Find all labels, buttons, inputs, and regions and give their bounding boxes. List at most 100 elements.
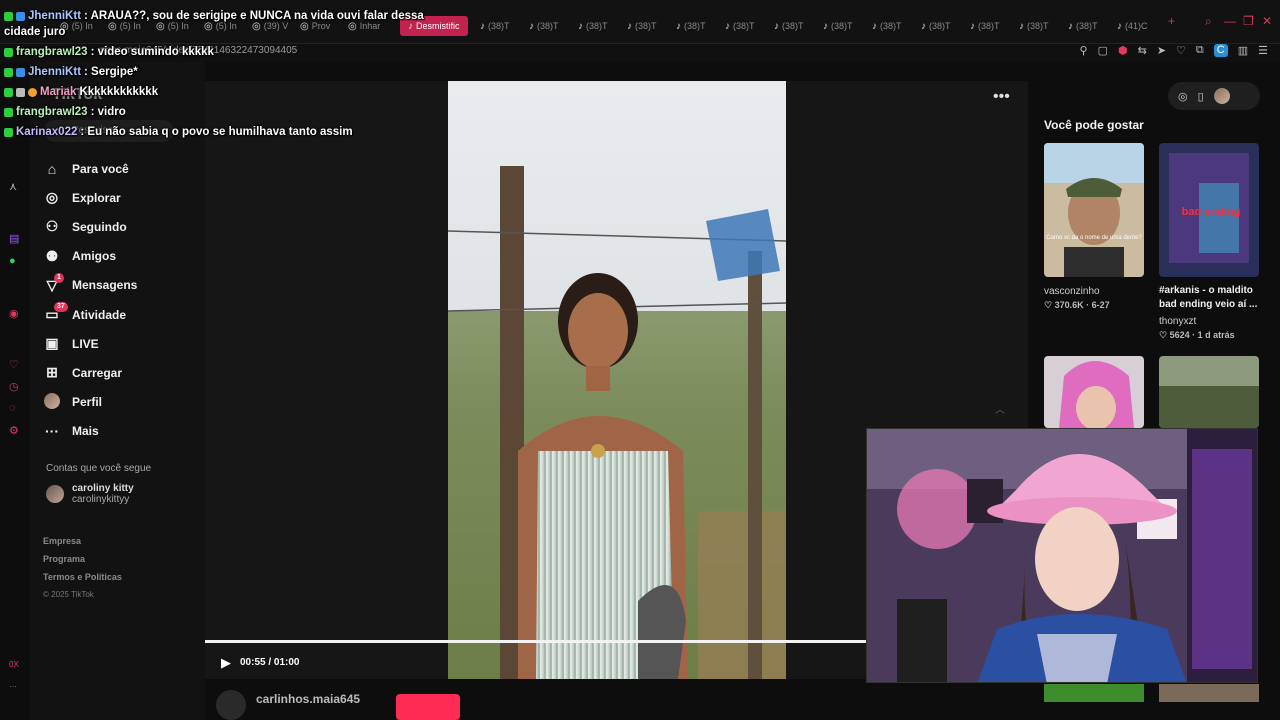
video-progress-bar[interactable] — [205, 640, 867, 643]
tab-8[interactable]: ♪ (38)T — [480, 16, 510, 36]
heart-rail-icon[interactable]: ♡ — [9, 358, 19, 371]
tab-14[interactable]: ♪ (38)T — [774, 16, 804, 36]
tab-9[interactable]: ♪ (38)T — [529, 16, 559, 36]
tab-12[interactable]: ♪ (38)T — [676, 16, 706, 36]
sidebar-item-label: Mais — [72, 424, 99, 439]
chevron-up-icon[interactable]: ︿ — [995, 401, 1005, 416]
recommended-thumb[interactable] — [1159, 356, 1259, 428]
tab-13[interactable]: ♪ (38)T — [725, 16, 755, 36]
extensions-icon[interactable]: ⧉ — [1196, 44, 1204, 57]
platform-badge-icon — [16, 11, 25, 21]
recommended-thumb[interactable] — [1044, 684, 1144, 702]
sidebar-item-2[interactable]: ⚇ Seguindo — [44, 212, 194, 241]
follow-button[interactable] — [396, 694, 460, 720]
tab-label: (5) In — [119, 21, 141, 31]
footer-link[interactable]: Programa — [43, 550, 122, 568]
tab-16[interactable]: ♪ (38)T — [872, 16, 902, 36]
moderator-badge-icon — [4, 11, 13, 21]
tab-label: Prov — [311, 21, 331, 31]
sidebar-item-4[interactable]: ▽ 1 Mensagens — [44, 271, 194, 300]
pin-icon[interactable]: ⚲ — [1080, 44, 1088, 57]
thumb-image: bad ending — [1159, 143, 1259, 277]
new-tab-button[interactable]: + — [1168, 14, 1175, 28]
chat-username: Karinax022 — [16, 126, 78, 138]
chat-username: frangbrawl23 — [16, 46, 88, 58]
tab-label: (38)T — [586, 21, 608, 31]
rail-more-icon[interactable]: ··· — [9, 682, 17, 691]
tab-20[interactable]: ♪ (38)T — [1068, 16, 1098, 36]
sidebar-toggle-icon[interactable]: ▥ — [1238, 44, 1248, 57]
close-window-icon[interactable]: ✕ — [1262, 14, 1272, 28]
tiktok-icon: ♪ — [408, 20, 413, 32]
play-icon[interactable]: ▶ — [221, 655, 231, 671]
tiktok-icon: ♪ — [1019, 20, 1024, 32]
chat-text: : Eu não sabia q o povo se humilhava tan… — [80, 126, 353, 138]
minimize-icon[interactable]: — — [1224, 14, 1236, 28]
compass-small-icon[interactable]: ◎ — [1178, 90, 1188, 103]
translate-icon[interactable]: ⇆ — [1138, 44, 1147, 57]
heart-icon[interactable]: ♡ — [1176, 44, 1186, 57]
sidebar-item-label: Atividade — [72, 307, 127, 322]
following-name: caroliny kitty — [72, 483, 134, 494]
extension-shield-icon[interactable]: ⬢ — [1118, 44, 1128, 57]
tab-10[interactable]: ♪ (38)T — [578, 16, 608, 36]
tab-19[interactable]: ♪ (38)T — [1019, 16, 1049, 36]
instagram-icon: ◎ — [252, 20, 261, 32]
footer-link[interactable]: Empresa — [43, 532, 122, 550]
recommended-thumb[interactable]: bad ending — [1159, 143, 1259, 277]
author-avatar[interactable] — [216, 690, 246, 720]
footer-link[interactable]: Termos e Políticas — [43, 568, 122, 586]
following-account[interactable]: caroliny kitty carolinykittyy — [46, 483, 134, 505]
sidebar-item-0[interactable]: ⌂ Para você — [44, 154, 194, 183]
sidebar-item-label: Carregar — [72, 365, 123, 380]
clock-icon[interactable]: ◷ — [9, 380, 19, 393]
whatsapp-icon[interactable]: ● — [9, 255, 16, 267]
tab-18[interactable]: ♪ (38)T — [970, 16, 1000, 36]
avatar[interactable] — [1213, 88, 1230, 104]
screenshot-icon[interactable]: ▢ — [1098, 44, 1108, 57]
more-options-icon[interactable]: ••• — [993, 88, 1010, 106]
recommended-thumb[interactable] — [1159, 684, 1259, 702]
video-frame[interactable] — [448, 81, 786, 679]
profile-c-icon[interactable]: C — [1213, 44, 1228, 57]
twitch-icon[interactable]: ▤ — [9, 232, 19, 245]
music-icon[interactable]: ◉ — [9, 307, 19, 320]
recommended-author[interactable]: thonyxzt — [1159, 316, 1196, 327]
sidebar-item-1[interactable]: ◎ Explorar — [44, 183, 194, 212]
settings-rail-icon[interactable]: ⚙ — [9, 424, 19, 437]
webcam-overlay — [866, 428, 1258, 683]
recommended-thumb[interactable] — [1044, 356, 1144, 428]
device-icon[interactable]: ▯ — [1198, 90, 1204, 103]
rail-arrow-icon[interactable]: ⋏ — [9, 180, 17, 193]
author-name[interactable]: carlinhos.maia645 — [256, 692, 360, 706]
chat-message: frangbrawl23: vidro — [4, 106, 126, 118]
tab-17[interactable]: ♪ (38)T — [921, 16, 951, 36]
sidebar-item-8[interactable]: Perfil — [44, 388, 194, 417]
chat-message: JhenniKtt: ARAUA??, sou de serigipe e NU… — [4, 10, 424, 22]
search-tabs-icon[interactable]: ⌕ — [1205, 14, 1212, 29]
notification-badge: 37 — [54, 301, 68, 312]
video-time: 00:55 / 01:00 — [240, 657, 300, 668]
tiktok-icon: ♪ — [480, 20, 485, 32]
tab-label: (38)T — [1027, 21, 1049, 31]
menu-icon[interactable]: ☰ — [1258, 44, 1268, 57]
sidebar-item-6[interactable]: ▣ LIVE — [44, 329, 194, 358]
recommended-caption[interactable]: #arkanis - o maldito bad ending veio aí … — [1159, 284, 1269, 312]
tab-11[interactable]: ♪ (38)T — [627, 16, 657, 36]
sidebar-item-3[interactable]: ⚉ Amigos — [44, 242, 194, 271]
send-icon[interactable]: ➤ — [1157, 44, 1166, 57]
tab-label: (38)T — [880, 21, 902, 31]
chat-rail-icon[interactable]: ◌ — [9, 402, 16, 414]
tab-label: (5) In — [71, 21, 93, 31]
sidebar-item-5[interactable]: ▭ 37 Atividade — [44, 300, 194, 329]
platform-badge-icon — [16, 67, 25, 77]
sidebar-item-9[interactable]: ··· Mais — [44, 417, 194, 446]
tab-21[interactable]: ♪ (41)C — [1117, 16, 1148, 36]
sidebar-item-7[interactable]: ⊞ Carregar — [44, 358, 194, 387]
recommended-author[interactable]: vasconzinho — [1044, 286, 1100, 297]
thumb-caption: Como vc da o nome de uma dente? — [1046, 235, 1142, 241]
moderator-badge-icon — [4, 67, 13, 77]
maximize-icon[interactable]: ❐ — [1243, 14, 1254, 28]
recommended-thumb[interactable]: Como vc da o nome de uma dente? — [1044, 143, 1144, 277]
tab-15[interactable]: ♪ (38)T — [823, 16, 853, 36]
